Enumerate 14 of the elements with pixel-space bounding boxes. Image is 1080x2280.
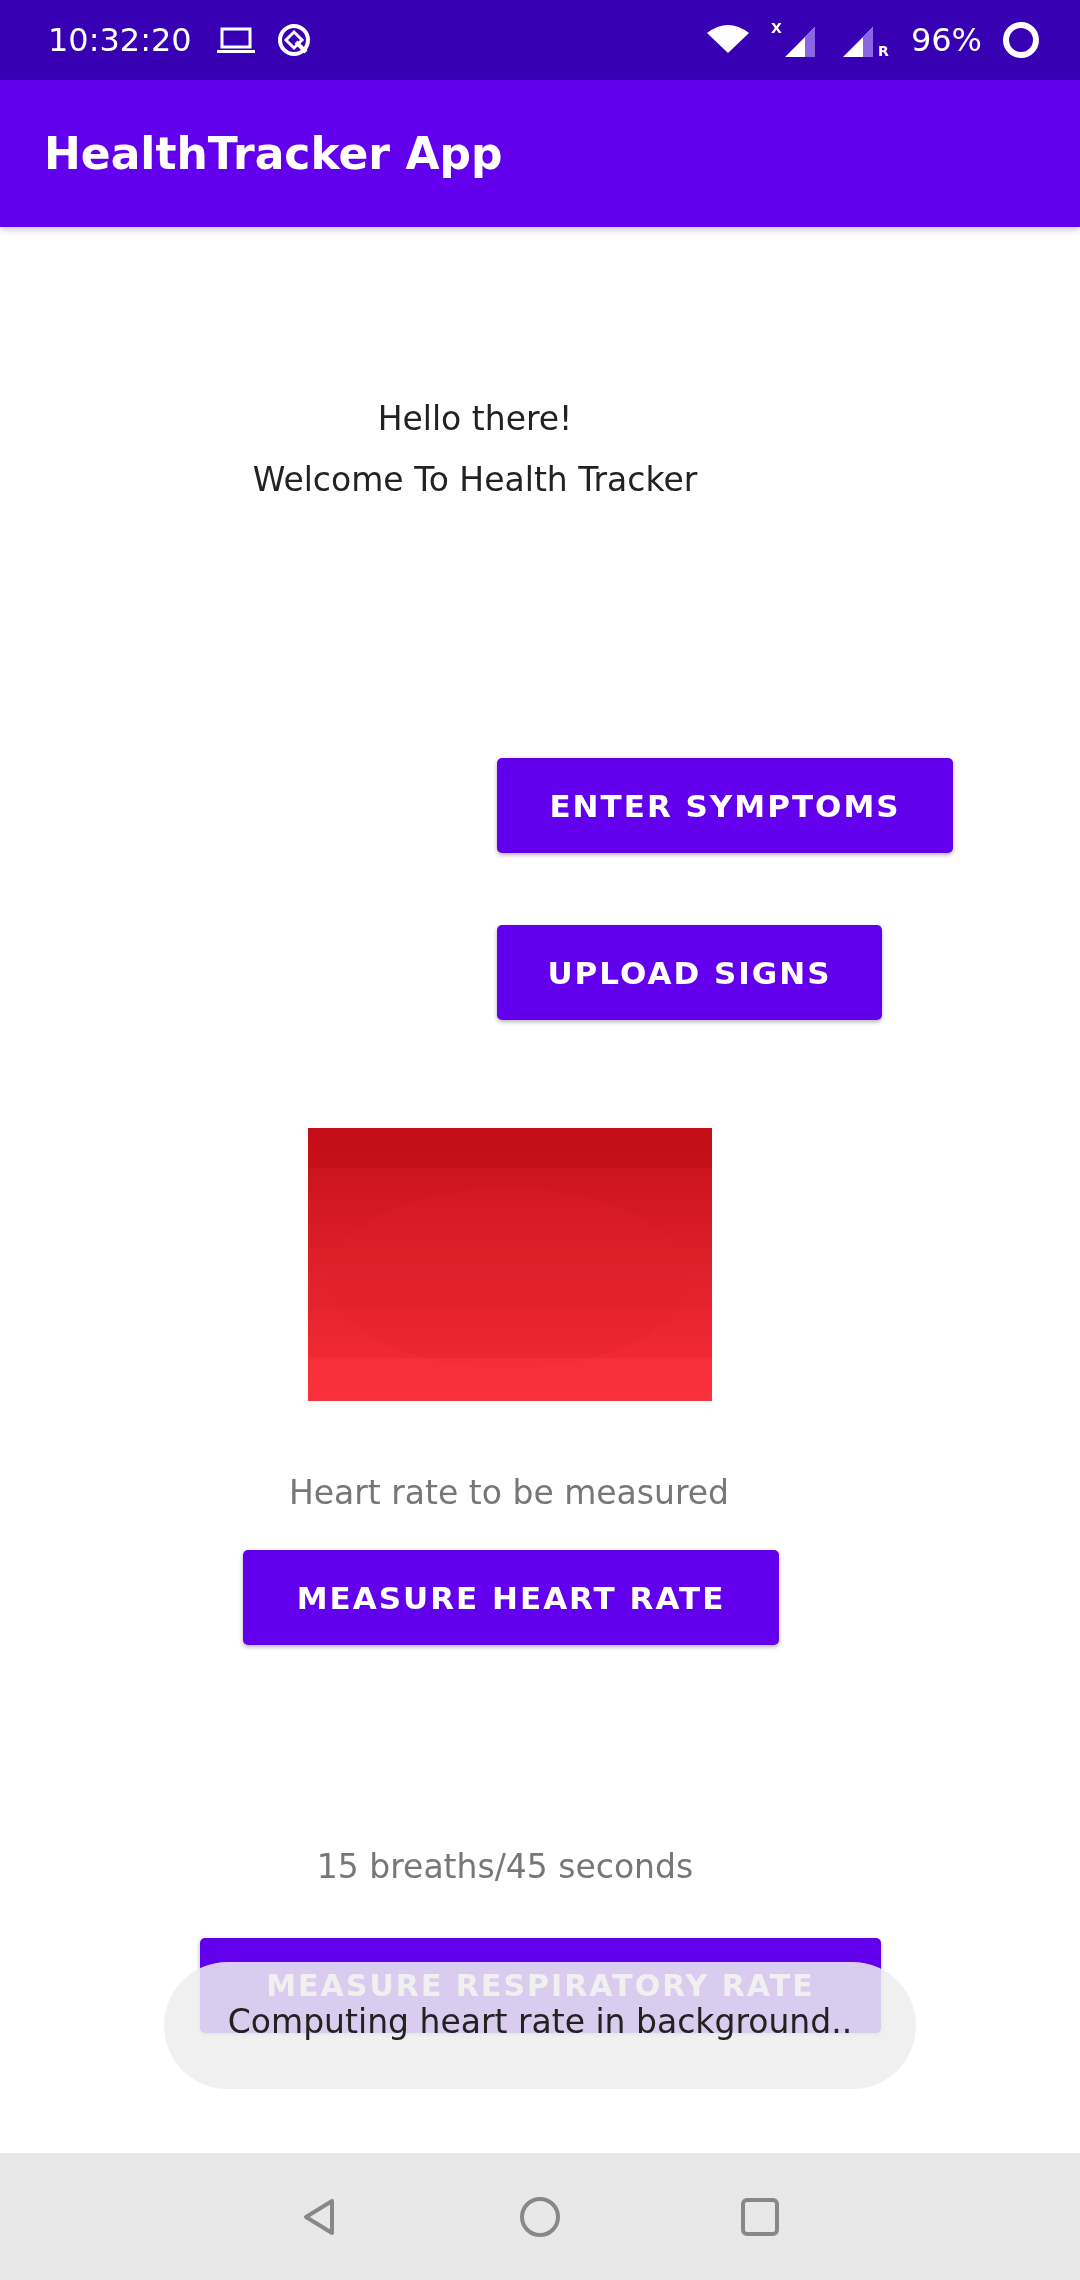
welcome-text: Welcome To Health Tracker xyxy=(252,460,698,499)
home-icon[interactable] xyxy=(518,2194,562,2239)
action-button[interactable]: ENTER SYMPTOMS xyxy=(497,758,953,853)
respiratory-rate-status: 15 breaths/45 seconds xyxy=(316,1847,694,1886)
battery-icon xyxy=(1002,21,1040,59)
sync-icon xyxy=(275,22,312,58)
action-button[interactable]: UPLOAD SIGNS xyxy=(497,925,882,1020)
battery-level: 96% xyxy=(910,21,982,59)
status-time: 10:32:20 xyxy=(48,21,192,59)
measure-heart-rate-button[interactable]: MEASURE HEART RATE xyxy=(243,1550,779,1645)
heart-rate-status: Heart rate to be measured xyxy=(288,1473,730,1512)
greeting-text: Hello there! xyxy=(377,399,573,438)
laptop-icon xyxy=(215,25,256,55)
app-title: HealthTracker App xyxy=(44,128,503,179)
